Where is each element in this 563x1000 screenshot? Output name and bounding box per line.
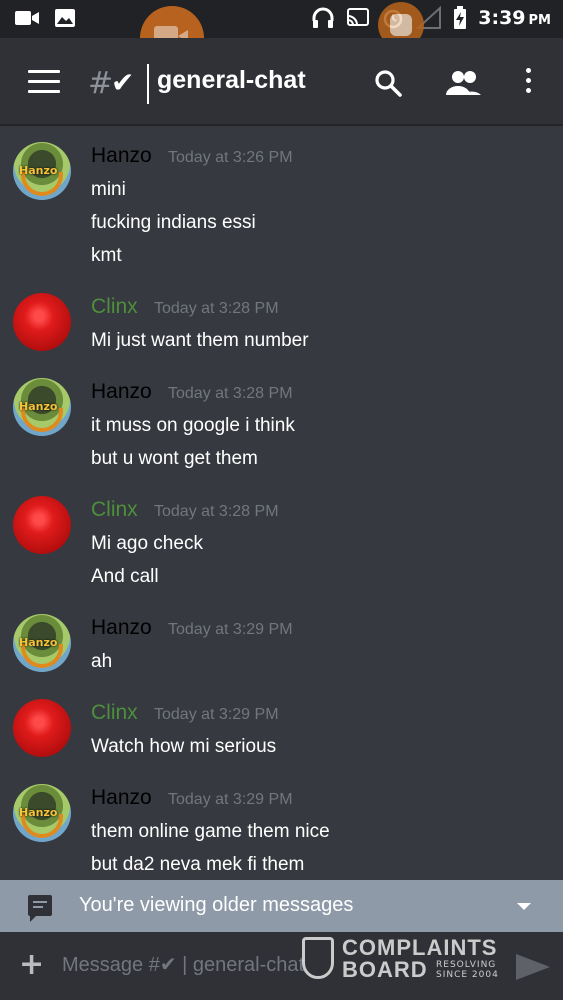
message-text: mini	[91, 179, 126, 200]
message-text: fucking indians essi	[91, 212, 256, 233]
headphones-icon	[312, 7, 334, 28]
author-name[interactable]: Hanzo	[91, 616, 152, 640]
avatar[interactable]: Hanzo	[13, 784, 71, 842]
message-text: And call	[91, 566, 159, 587]
message-timestamp: Today at 3:28 PM	[168, 385, 293, 402]
author-name[interactable]: Clinx	[91, 498, 138, 522]
message-text: it muss on google i think	[91, 415, 295, 436]
message-timestamp: Today at 3:29 PM	[154, 706, 279, 723]
avatar[interactable]: Hanzo	[13, 614, 71, 672]
avatar-logo-text: Hanzo	[19, 806, 58, 819]
author-name[interactable]: Hanzo	[91, 786, 152, 810]
clock: 3:39 PM	[478, 7, 551, 29]
video-camera-icon	[15, 11, 39, 25]
gallery-icon	[55, 9, 75, 27]
message-timestamp: Today at 3:29 PM	[168, 791, 293, 808]
jump-down-icon[interactable]	[517, 903, 531, 910]
avatar-logo-text: Hanzo	[19, 164, 58, 177]
members-icon[interactable]	[444, 69, 482, 97]
avatar-logo-text: Hanzo	[19, 400, 58, 413]
message-timestamp: Today at 3:28 PM	[154, 300, 279, 317]
send-icon[interactable]	[516, 954, 550, 980]
message-input[interactable]	[62, 946, 482, 984]
menu-icon[interactable]	[28, 70, 60, 94]
cast-icon	[347, 8, 370, 26]
message-text: Mi ago check	[91, 533, 203, 554]
message-text: ah	[91, 651, 113, 672]
author-name[interactable]: Hanzo	[91, 144, 152, 168]
older-messages-bar[interactable]: You're viewing older messages	[0, 880, 563, 932]
lock-icon	[390, 14, 412, 36]
avatar[interactable]: Hanzo	[13, 142, 71, 200]
message-timestamp: Today at 3:28 PM	[154, 503, 279, 520]
author-name[interactable]: Clinx	[91, 701, 138, 725]
message-icon	[28, 895, 52, 922]
avatar[interactable]	[13, 496, 71, 554]
avatar[interactable]	[13, 293, 71, 351]
message-timestamp: Today at 3:29 PM	[168, 621, 293, 638]
message-text: kmt	[91, 245, 122, 266]
author-name[interactable]: Hanzo	[91, 380, 152, 404]
more-options-icon[interactable]	[523, 68, 533, 98]
avatar-logo-text: Hanzo	[19, 636, 58, 649]
channel-hash: #	[88, 66, 114, 101]
message-composer: +	[0, 932, 563, 1000]
message-text: Mi just want them number	[91, 330, 309, 351]
channel-header: # ✔ general-chat	[0, 38, 563, 126]
message-text: but u wont get them	[91, 448, 258, 469]
message-text: but da2 neva mek fi them	[91, 854, 305, 875]
divider	[147, 64, 149, 104]
avatar[interactable]: Hanzo	[13, 378, 71, 436]
message-list[interactable]: Hanzo Hanzo Today at 3:26 PM mini fucking in…	[0, 128, 563, 880]
message-timestamp: Today at 3:26 PM	[168, 149, 293, 166]
author-name[interactable]: Clinx	[91, 295, 138, 319]
battery-charging-icon	[454, 6, 467, 29]
message-text: Watch how mi serious	[91, 736, 277, 757]
older-messages-text: You're viewing older messages	[79, 894, 354, 916]
status-bar: 3:39 PM	[0, 0, 563, 38]
channel-title[interactable]: general-chat	[157, 66, 306, 95]
check-icon: ✔	[111, 66, 135, 99]
avatar[interactable]	[13, 699, 71, 757]
message-text: them online game them nice	[91, 821, 330, 842]
search-icon[interactable]	[374, 69, 402, 97]
add-attachment-button[interactable]: +	[19, 950, 44, 980]
